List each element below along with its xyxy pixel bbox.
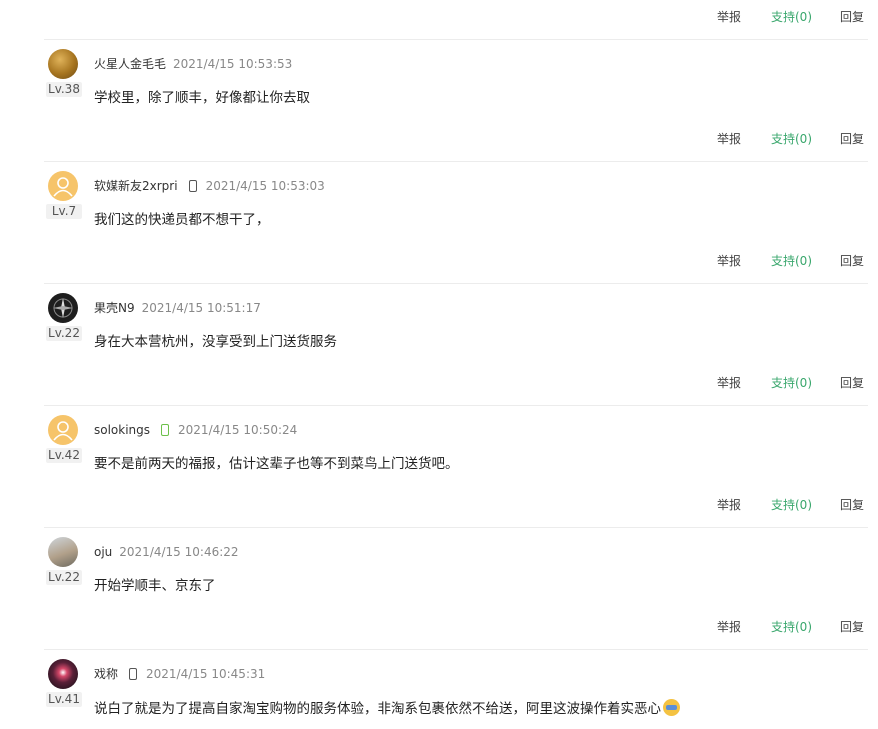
comment-item: Lv.7 软媒新友2xrpri 2021/4/15 10:53:03 我们这的快…	[0, 171, 878, 241]
support-button[interactable]: 支持(0)	[771, 251, 812, 271]
report-button[interactable]: 举报	[717, 617, 741, 637]
username[interactable]: 戏称	[94, 666, 118, 682]
phone-icon	[188, 180, 197, 192]
divider	[44, 283, 868, 284]
username[interactable]: oju	[94, 544, 112, 560]
username[interactable]: 软媒新友2xrpri	[94, 178, 178, 194]
comment-actions: 举报 支持(0) 回复	[0, 129, 878, 149]
report-button[interactable]: 举报	[717, 373, 741, 393]
comment-actions: 举报 支持(0) 回复	[0, 7, 878, 27]
report-button[interactable]: 举报	[717, 495, 741, 515]
username[interactable]: 果壳N9	[94, 300, 135, 316]
report-button[interactable]: 举报	[717, 129, 741, 149]
user-level: Lv.22	[46, 326, 82, 341]
support-button[interactable]: 支持(0)	[771, 617, 812, 637]
timestamp: 2021/4/15 10:53:03	[205, 179, 325, 193]
comment-meta: 戏称 2021/4/15 10:45:31	[94, 666, 265, 682]
divider	[44, 527, 868, 528]
user-default-avatar-icon[interactable]	[48, 171, 78, 201]
report-button[interactable]: 举报	[717, 7, 741, 27]
comment-meta: 火星人金毛毛 2021/4/15 10:53:53	[94, 56, 292, 72]
timestamp: 2021/4/15 10:45:31	[146, 667, 266, 681]
comment-meta: oju 2021/4/15 10:46:22	[94, 544, 239, 560]
user-level: Lv.41	[46, 692, 82, 707]
reply-button[interactable]: 回复	[840, 129, 864, 149]
user-default-avatar-icon[interactable]	[48, 415, 78, 445]
phone-icon	[129, 668, 138, 680]
comment-text: 我们这的快递员都不想干了，	[94, 212, 270, 228]
comment-item: Lv.22 oju 2021/4/15 10:46:22 开始学顺丰、京东了	[0, 537, 878, 607]
username[interactable]: 火星人金毛毛	[94, 56, 166, 72]
comment-actions: 举报 支持(0) 回复	[0, 373, 878, 393]
user-level: Lv.7	[46, 204, 82, 219]
reply-button[interactable]: 回复	[840, 495, 864, 515]
comment-meta: solokings 2021/4/15 10:50:24	[94, 422, 297, 438]
comment-text: 学校里，除了顺丰，好像都让你去取	[94, 90, 310, 106]
divider	[44, 405, 868, 406]
comment-item: Lv.38 火星人金毛毛 2021/4/15 10:53:53 学校里，除了顺丰…	[0, 49, 878, 119]
support-button[interactable]: 支持(0)	[771, 7, 812, 27]
avatar[interactable]	[48, 659, 78, 689]
support-button[interactable]: 支持(0)	[771, 373, 812, 393]
report-button[interactable]: 举报	[717, 251, 741, 271]
user-level: Lv.22	[46, 570, 82, 585]
timestamp: 2021/4/15 10:50:24	[178, 423, 298, 437]
avatar[interactable]	[48, 537, 78, 567]
comment-item: Lv.22 果壳N9 2021/4/15 10:51:17 身在大本营杭州，没享…	[0, 293, 878, 363]
reply-button[interactable]: 回复	[840, 373, 864, 393]
comment-actions: 举报 支持(0) 回复	[0, 251, 878, 271]
comment-actions: 举报 支持(0) 回复	[0, 617, 878, 637]
reply-button[interactable]: 回复	[840, 7, 864, 27]
avatar[interactable]	[48, 49, 78, 79]
comment-text-body: 说白了就是为了提高自家淘宝购物的服务体验，非淘系包裹依然不给送，阿里这波操作着实…	[94, 701, 661, 717]
reply-button[interactable]: 回复	[840, 251, 864, 271]
android-phone-icon	[161, 424, 170, 436]
username[interactable]: solokings	[94, 422, 150, 438]
support-button[interactable]: 支持(0)	[771, 129, 812, 149]
comment-text: 身在大本营杭州，没享受到上门送货服务	[94, 334, 337, 350]
emoji-mask-icon	[663, 699, 680, 716]
user-level: Lv.42	[46, 448, 82, 463]
comment-actions: 举报 支持(0) 回复	[0, 495, 878, 515]
comment-item: Lv.41 戏称 2021/4/15 10:45:31 说白了就是为了提高自家淘…	[0, 659, 878, 729]
comment-text: 要不是前两天的福报，估计这辈子也等不到菜鸟上门送货吧。	[94, 456, 459, 472]
reply-button[interactable]: 回复	[840, 617, 864, 637]
comment-text: 开始学顺丰、京东了	[94, 578, 216, 594]
avatar[interactable]	[48, 293, 78, 323]
comment-text: 说白了就是为了提高自家淘宝购物的服务体验，非淘系包裹依然不给送，阿里这波操作着实…	[94, 699, 680, 718]
timestamp: 2021/4/15 10:51:17	[141, 301, 261, 315]
user-level: Lv.38	[46, 82, 82, 97]
support-button[interactable]: 支持(0)	[771, 495, 812, 515]
timestamp: 2021/4/15 10:46:22	[119, 545, 239, 559]
divider	[44, 649, 868, 650]
timestamp: 2021/4/15 10:53:53	[173, 57, 293, 71]
divider	[44, 39, 868, 40]
comment-meta: 软媒新友2xrpri 2021/4/15 10:53:03	[94, 178, 325, 194]
comment-item: Lv.42 solokings 2021/4/15 10:50:24 要不是前两…	[0, 415, 878, 485]
divider	[44, 161, 868, 162]
comment-meta: 果壳N9 2021/4/15 10:51:17	[94, 300, 261, 316]
